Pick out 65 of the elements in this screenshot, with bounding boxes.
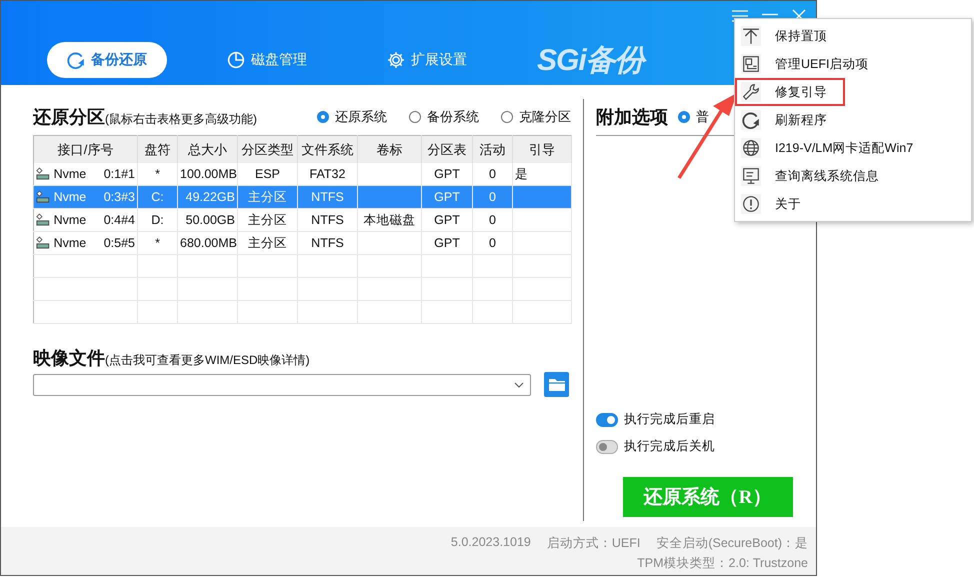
- cell-text: 100.00MB: [180, 167, 237, 181]
- section-hint[interactable]: (点击我可查看更多WIM/ESD映像详情): [105, 352, 310, 369]
- partition-id-text: Nvme 0:1#1: [54, 167, 135, 181]
- cell-text: *: [155, 236, 160, 250]
- menu-item[interactable]: I219-V/LM网卡适配Win7: [735, 134, 971, 162]
- menu-item[interactable]: 刷新程序: [735, 106, 971, 134]
- section-title: 附加选项: [596, 106, 668, 129]
- section-title: 还原分区: [33, 106, 105, 129]
- cell-text: GPT: [434, 167, 460, 181]
- cell-text: D:: [151, 213, 164, 227]
- menu-item[interactable]: 保持置顶: [735, 22, 971, 50]
- cell-text: FAT32: [310, 167, 346, 181]
- cell-text: 49.22GB: [186, 190, 235, 204]
- menu-item[interactable]: 管理UEFI启动项: [735, 50, 971, 78]
- cell-text: NTFS: [311, 213, 344, 227]
- column-header[interactable]: 总大小: [178, 136, 238, 163]
- cell-text: NTFS: [311, 236, 344, 250]
- cell-text: 0: [489, 167, 496, 181]
- table-row[interactable]: Nvme 0:5#5 * 680.00MB 主分区 NTFS GPT 0: [34, 232, 572, 254]
- column-header[interactable]: 分区类型: [238, 136, 298, 163]
- cell-text: NTFS: [311, 190, 344, 204]
- nav-tab[interactable]: 磁盘管理: [207, 42, 327, 78]
- cell-text: GPT: [434, 213, 460, 227]
- table-row[interactable]: Nvme 0:4#4 D: 50.00GB 主分区 NTFS 本地磁盘 GPT 0: [34, 208, 572, 232]
- tpm-text: TPM模块类型：2.0: Trustzone: [637, 555, 808, 572]
- boot-mode-text: 启动方式：UEFI: [546, 535, 640, 552]
- cell-text: 0: [489, 213, 496, 227]
- partition-id-text: Nvme 0:4#4: [54, 213, 135, 227]
- mode-radio[interactable]: 备份系统: [409, 108, 479, 126]
- menu-item[interactable]: 修复引导: [735, 78, 845, 106]
- mode-radio[interactable]: 克隆分区: [501, 108, 571, 126]
- column-header[interactable]: 引导: [512, 136, 572, 163]
- column-header[interactable]: 活动: [472, 136, 512, 163]
- column-header[interactable]: 卷标: [358, 136, 422, 163]
- cell-text: C:: [151, 190, 164, 204]
- cell-text: 本地磁盘: [364, 212, 416, 226]
- cell-text: 680.00MB: [180, 236, 237, 250]
- cell-text: 主分区: [248, 190, 287, 204]
- section-title[interactable]: 映像文件: [33, 346, 105, 370]
- menu-item[interactable]: 关于: [735, 190, 971, 218]
- nav-tab[interactable]: 备份还原: [47, 42, 167, 78]
- column-header[interactable]: 盘符: [138, 136, 178, 163]
- cell-text: GPT: [434, 236, 460, 250]
- cell-text: 主分区: [248, 236, 287, 250]
- column-header[interactable]: 分区表: [422, 136, 472, 163]
- toggle-label: 执行完成后关机: [624, 438, 715, 455]
- menu-item[interactable]: 查询离线系统信息: [735, 162, 971, 190]
- cell-text: 0: [489, 236, 496, 250]
- cell-text: 0: [489, 190, 496, 204]
- cell-text: GPT: [434, 190, 460, 204]
- partition-id-text: Nvme 0:3#3: [54, 190, 135, 204]
- column-header[interactable]: 接口/序号: [34, 136, 138, 163]
- secure-boot-text: 安全启动(SecureBoot)：是: [656, 535, 808, 552]
- cell-text: 50.00GB: [186, 213, 235, 227]
- cell-text: ESP: [254, 167, 280, 181]
- section-hint: (鼠标右击表格更多高级功能): [105, 111, 257, 128]
- version-text: 5.0.2023.1019: [450, 535, 531, 551]
- mode-radio[interactable]: 还原系统: [317, 108, 387, 126]
- cell-text: 主分区: [248, 212, 287, 226]
- cell-text: 是: [515, 166, 528, 180]
- mode-radio[interactable]: 普: [678, 108, 709, 126]
- cell-text: *: [155, 167, 160, 181]
- column-header[interactable]: 文件系统: [298, 136, 358, 163]
- toggle-label: 执行完成后重启: [624, 411, 715, 428]
- partition-id-text: Nvme 0:5#5: [54, 236, 135, 250]
